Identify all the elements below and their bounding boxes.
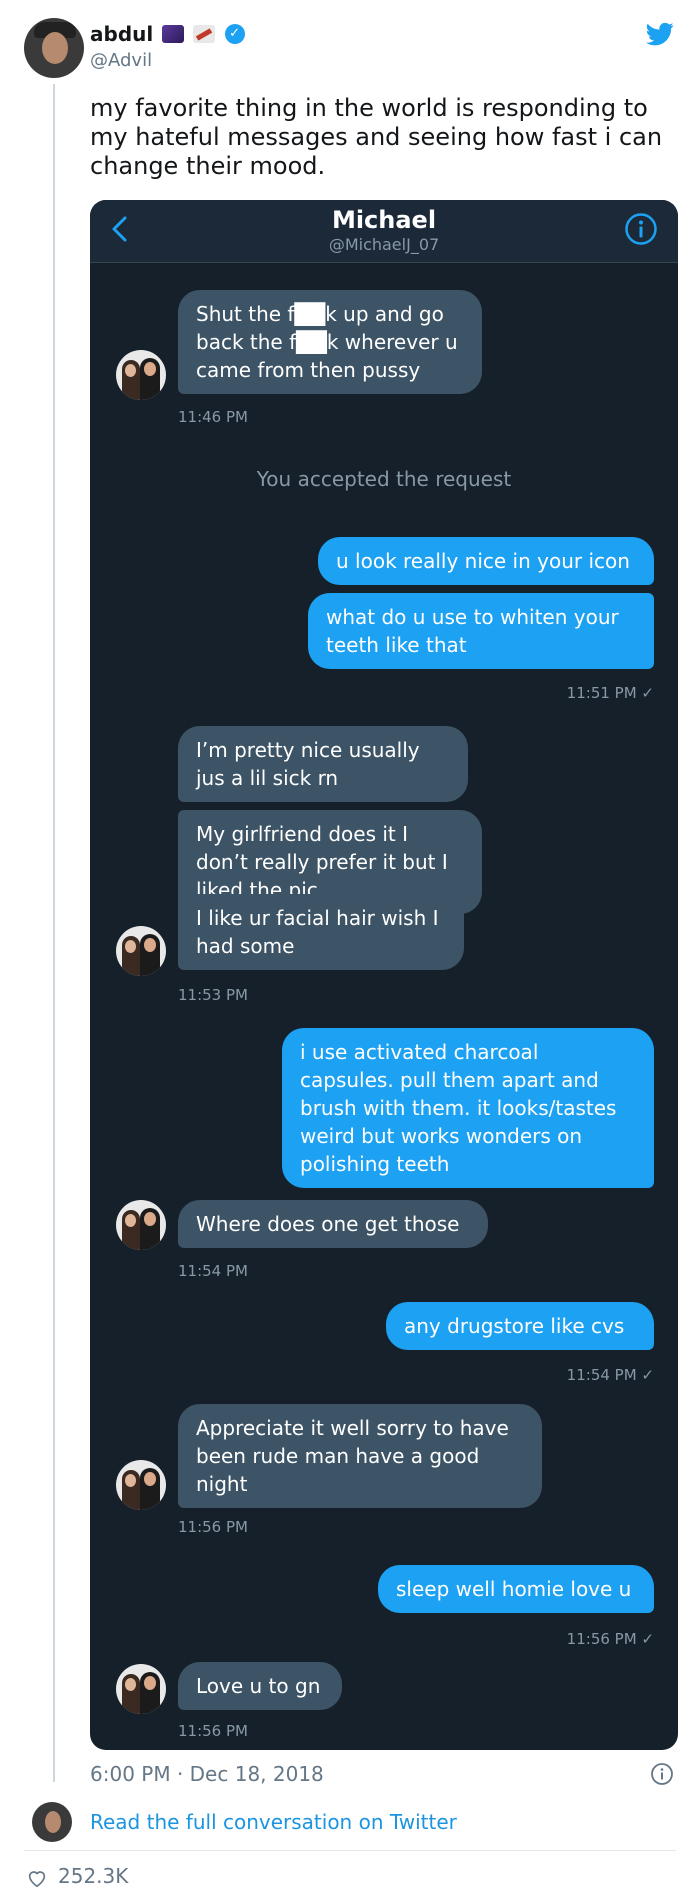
message-timestamp: 11:56 PM [178, 1518, 248, 1536]
message-outgoing: what do u use to whiten your teeth like … [308, 593, 654, 669]
message-timestamp: 11:54 PM ✓ [566, 1366, 654, 1384]
twitter-bird-icon[interactable] [644, 20, 676, 48]
message-outgoing: sleep well homie love u [378, 1565, 654, 1613]
dm-screenshot[interactable]: Michael @MichaelJ_07 Shut the f██k up an… [90, 200, 678, 1750]
author-info: abdul ✓ @Advil [90, 22, 245, 71]
tweet-text: my favorite thing in the world is respon… [90, 94, 663, 180]
message-incoming: Appreciate it well sorry to have been ru… [178, 1404, 542, 1508]
author-avatar [32, 1802, 72, 1842]
divider [24, 1850, 676, 1851]
verified-badge-icon: ✓ [224, 24, 245, 44]
message-outgoing: i use activated charcoal capsules. pull … [282, 1028, 654, 1188]
telescope-emoji-icon [193, 25, 216, 43]
message-timestamp: 11:53 PM [178, 986, 248, 1004]
author-name[interactable]: abdul [90, 22, 153, 46]
contact-avatar [116, 1664, 166, 1714]
tweet-header: abdul ✓ @Advil [24, 18, 676, 80]
message-outgoing: any drugstore like cvs [386, 1302, 654, 1350]
message-timestamp: 11:56 PM ✓ [566, 1630, 654, 1648]
message-incoming: I like ur facial hair wish I had some [178, 894, 464, 970]
message-incoming: I’m pretty nice usually jus a lil sick r… [178, 726, 468, 802]
message-timestamp: 11:51 PM ✓ [566, 684, 654, 702]
message-timestamp: 11:56 PM [178, 1722, 248, 1740]
contact-avatar [116, 350, 166, 400]
message-timestamp: 11:46 PM [178, 408, 248, 426]
galaxy-emoji-icon [162, 25, 185, 43]
like-count: 252.3K [58, 1864, 129, 1888]
author-avatar[interactable] [24, 18, 84, 78]
message-timestamp: 11:54 PM [178, 1262, 248, 1280]
heart-icon [28, 1870, 46, 1887]
read-full-conversation-link[interactable]: Read the full conversation on Twitter [90, 1810, 457, 1834]
dm-header: Michael @MichaelJ_07 [90, 200, 678, 263]
like-button[interactable]: 252.3K [26, 1864, 128, 1889]
contact-avatar [116, 1200, 166, 1250]
author-handle[interactable]: @Advil [90, 50, 245, 71]
message-incoming: Shut the f██k up and go back the f██k wh… [178, 290, 482, 394]
system-message: You accepted the request [256, 467, 512, 491]
message-incoming: Where does one get those [178, 1200, 488, 1248]
message-incoming: Love u to gn [178, 1662, 342, 1710]
info-icon[interactable] [650, 1762, 674, 1786]
tweet-timestamp[interactable]: 6:00 PM · Dec 18, 2018 [90, 1762, 324, 1786]
info-icon [625, 213, 657, 245]
dm-contact-handle: @MichaelJ_07 [328, 235, 440, 254]
thread-line [53, 84, 55, 1782]
dm-contact-name: Michael [331, 206, 437, 234]
contact-avatar [116, 926, 166, 976]
read-full-conversation[interactable]: Read the full conversation on Twitter [24, 1802, 676, 1844]
contact-avatar [116, 1460, 166, 1510]
message-outgoing: u look really nice in your icon [318, 537, 654, 585]
